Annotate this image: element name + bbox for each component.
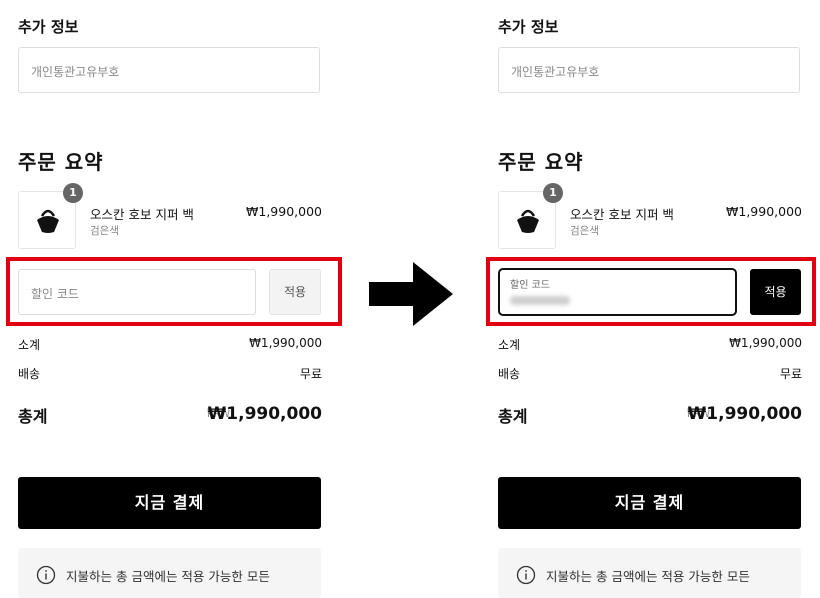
total-label: 총계 (18, 407, 48, 426)
quantity-badge: 1 (543, 183, 563, 203)
product-name: 오스칸 호보 지퍼 백 (90, 207, 194, 222)
info-icon (36, 565, 56, 585)
shipping-label: 배송 (18, 367, 41, 381)
customs-code-input[interactable]: 개인통관고유부호 (18, 47, 320, 93)
customs-code-input[interactable]: 개인통관고유부호 (498, 47, 800, 93)
info-icon (516, 565, 536, 585)
quantity-badge: 1 (63, 183, 83, 203)
notice-text: 지불하는 총 금액에는 적용 가능한 모든 (66, 569, 270, 584)
total-value: ₩1,990,000 (207, 404, 322, 424)
notice-text: 지불하는 총 금액에는 적용 가능한 모든 (546, 569, 750, 584)
highlight-box-left (6, 257, 342, 326)
subtotal-label: 소계 (18, 338, 41, 352)
subtotal-value: ₩1,990,000 (729, 336, 802, 350)
product-price: ₩1,990,000 (726, 204, 802, 219)
shipping-value: 무료 (299, 367, 322, 381)
tax-notice: 지불하는 총 금액에는 적용 가능한 모든 (498, 548, 801, 598)
right-arrow-icon (369, 262, 453, 326)
shipping-value: 무료 (779, 367, 802, 381)
shipping-label: 배송 (498, 367, 521, 381)
pay-now-button[interactable]: 지금 결제 (498, 477, 801, 529)
product-color: 검은색 (570, 225, 599, 237)
order-summary-title: 주문 요약 (498, 150, 584, 174)
additional-info-title: 추가 정보 (18, 18, 79, 36)
subtotal-label: 소계 (498, 338, 521, 352)
bag-icon (517, 209, 539, 233)
highlight-box-right (486, 257, 816, 326)
pay-now-button[interactable]: 지금 결제 (18, 477, 321, 529)
product-color: 검은색 (90, 225, 119, 237)
additional-info-title: 추가 정보 (498, 18, 559, 36)
subtotal-value: ₩1,990,000 (249, 336, 322, 350)
bag-icon (37, 209, 59, 233)
tax-notice: 지불하는 총 금액에는 적용 가능한 모든 (18, 548, 321, 598)
total-value: ₩1,990,000 (687, 404, 802, 424)
order-summary-title: 주문 요약 (18, 150, 104, 174)
total-label: 총계 (498, 407, 528, 426)
product-price: ₩1,990,000 (246, 204, 322, 219)
product-name: 오스칸 호보 지퍼 백 (570, 207, 674, 222)
